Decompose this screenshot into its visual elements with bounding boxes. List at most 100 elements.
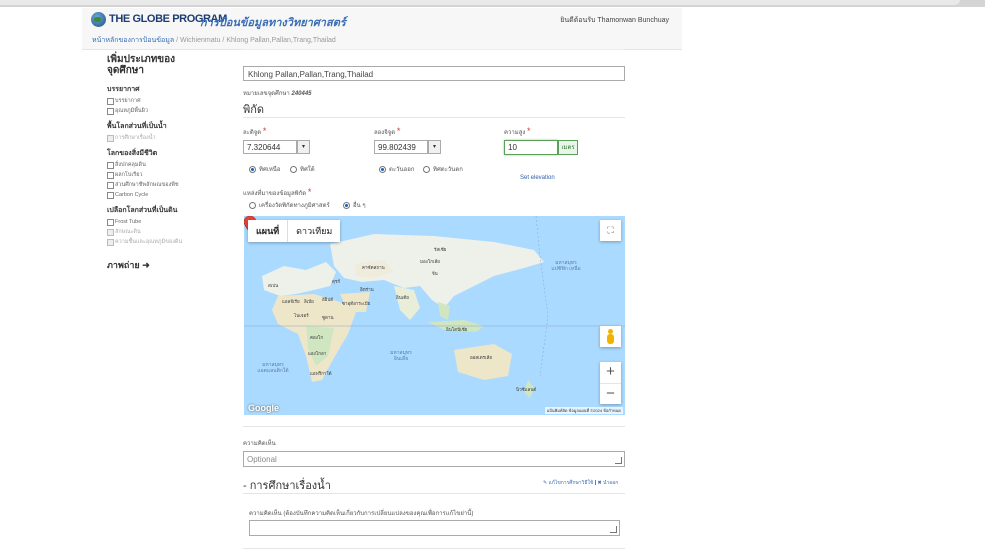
comments-label: ความคิดเห็น xyxy=(243,441,276,447)
sidebar-group-hydrosphere: พื้นโลกส่วนที่เป็นน้ำ xyxy=(107,123,167,130)
checkbox[interactable] xyxy=(107,162,114,169)
map-label-egypt: อียิปต์ xyxy=(322,297,334,302)
map-label-southafrica: แอฟริกาใต้ xyxy=(310,371,332,376)
protocol-title[interactable]: - การศึกษาเรื่องน้ำ xyxy=(243,476,331,494)
sidebar-item-frost-tube[interactable]: Frost Tube xyxy=(107,219,187,226)
fullscreen-icon[interactable]: ⛶ xyxy=(600,220,621,241)
section-divider xyxy=(243,493,625,494)
map-type-map-button[interactable]: แผนที่ xyxy=(248,220,289,242)
section-divider xyxy=(243,426,625,427)
section-divider xyxy=(243,548,625,549)
protocol-comment-label: ความคิดเห็น (ต้องบันทึกความคิดเห็นเกี่ยว… xyxy=(249,511,474,517)
zoom-control: + − xyxy=(600,362,621,404)
map-label-indonesia: อินโดนีเซีย xyxy=(446,327,468,332)
latitude-north-radio[interactable]: ทิศเหนือ xyxy=(249,164,280,174)
elevation-input[interactable]: 10 xyxy=(504,140,558,155)
indochina-land xyxy=(438,302,450,320)
breadcrumb-separator: / xyxy=(222,37,225,44)
ocean-label-south-atlantic: มหาสมุทร แอตแลนติกใต้ xyxy=(257,362,289,374)
sidebar-item-land-cover[interactable]: สิ่งปกคลุมดิน xyxy=(107,162,187,169)
ocean-label-indian: มหาสมุทร อินเดีย xyxy=(390,350,412,362)
browser-scroll-area xyxy=(0,0,960,5)
dateline xyxy=(535,216,549,377)
site-header: THE GLOBE PROGRAM การป้อนข้อมูลทางวิทยาศ… xyxy=(82,8,682,50)
map-label-algeria: แอลจีเรีย xyxy=(282,299,300,304)
sidebar-item-surface-temperature[interactable]: อุณหภูมิพื้นผิว xyxy=(107,108,187,115)
longitude-label: ลองจิจูด * xyxy=(374,126,401,136)
comments-textarea[interactable]: Optional xyxy=(243,451,625,467)
breadcrumb-home-link[interactable]: หน้าหลักของการป้อนข้อมูล xyxy=(92,37,174,44)
remove-protocol-link[interactable]: ✖ นำออก xyxy=(597,480,618,486)
map-label-spain: สเปน xyxy=(268,283,279,288)
map-label-australia: ออสเตรเลีย xyxy=(470,355,492,360)
protocol-actions: ✎ แก้ไขการศึกษาวิธีใช้ | ✖ นำออก xyxy=(543,479,618,487)
sidebar-item-atmosphere[interactable]: บรรยากาศ xyxy=(107,98,187,105)
map-label-angola: แองโกลา xyxy=(308,351,327,356)
longitude-direction-dropdown[interactable]: ▾ xyxy=(428,140,441,154)
protocol-comment-textarea[interactable] xyxy=(249,520,620,536)
resize-handle-icon[interactable] xyxy=(615,457,622,464)
longitude-west-radio[interactable]: ทิศตะวันตก xyxy=(423,164,463,174)
map-type-satellite-button[interactable]: ดาวเทียม xyxy=(288,220,340,242)
elevation-unit-button[interactable]: เมตร xyxy=(558,140,578,155)
street-view-pegman-icon[interactable] xyxy=(600,326,621,347)
map-label-iran: อิหร่าน xyxy=(360,287,374,292)
sidebar-group-biosphere: โลกของสิ่งมีชีวิต xyxy=(107,150,158,157)
source-other-radio[interactable]: อื่น ๆ xyxy=(343,200,366,210)
protocol-sidebar: เพิ่มประเภทของจุดศึกษา บรรยากาศ บรรยากาศ… xyxy=(107,54,187,272)
checkbox[interactable] xyxy=(107,219,114,226)
coordinates-title: พิกัด xyxy=(243,104,265,116)
set-elevation-link[interactable]: Set elevation xyxy=(520,175,555,181)
checkbox[interactable] xyxy=(107,98,114,105)
ocean-label-pacific: มหาสมุทร แปซิฟิก เหนือ xyxy=(551,260,581,272)
location-map[interactable]: มหาสมุทร แปซิฟิก เหนือ มหาสมุทร อินเดีย … xyxy=(244,216,625,415)
page-heading: การป้อนข้อมูลทางวิทยาศาสตร์ xyxy=(200,17,346,29)
latitude-direction-dropdown[interactable]: ▾ xyxy=(297,140,310,154)
checkbox xyxy=(107,239,114,246)
user-greeting[interactable]: ยินดีต้อนรับ Thamonwan Bunchuay xyxy=(560,15,669,26)
sidebar-group-atmosphere: บรรยากาศ xyxy=(107,86,140,93)
sidebar-item-biometry[interactable]: ผลกโบเรียว xyxy=(107,172,187,179)
map-label-turkey: ตุรกี xyxy=(332,279,341,284)
browser-top-strip xyxy=(0,0,985,7)
map-label-libya: ลิเบีย xyxy=(304,299,314,304)
sidebar-item-carbon-cycle[interactable]: Carbon Cycle xyxy=(107,192,187,199)
checkbox xyxy=(107,135,114,142)
longitude-east-radio[interactable]: ตะวันออก xyxy=(379,164,414,174)
map-label-russia: รัสเซีย xyxy=(434,247,447,252)
photos-link[interactable]: ภาพถ่าย ➜ xyxy=(107,258,187,272)
comments-placeholder: Optional xyxy=(247,455,277,464)
form-top-border xyxy=(243,49,625,54)
checkbox[interactable] xyxy=(107,192,114,199)
breadcrumb: หน้าหลักของการป้อนข้อมูล / Wichienmatu /… xyxy=(92,35,336,46)
map-label-nz: นิวซีแลนด์ xyxy=(516,387,537,392)
latitude-south-radio[interactable]: ทิศใต้ xyxy=(290,164,315,174)
checkbox[interactable] xyxy=(107,172,114,179)
map-label-niger: ไนเจอร์ xyxy=(294,313,309,318)
site-number: หมายเลขจุดศึกษา 240445 xyxy=(243,91,312,97)
sidebar-item-soil-characterization: ลักษณะดิน xyxy=(107,229,187,236)
checkbox[interactable] xyxy=(107,108,114,115)
action-separator: | xyxy=(594,480,597,486)
coordinate-source-label: แหล่งที่มาของข้อมูลพิกัด * xyxy=(243,187,312,197)
checkbox[interactable] xyxy=(107,182,114,189)
map-attribution[interactable]: แป้นพิมพ์ลัด ข้อมูลแผนที่ ©2024 ข้อกำหนด xyxy=(544,407,623,414)
latitude-input[interactable]: 7.320644 xyxy=(243,140,297,154)
resize-handle-icon[interactable] xyxy=(610,526,617,533)
zoom-out-button[interactable]: − xyxy=(600,384,621,405)
google-logo[interactable]: Google xyxy=(248,403,279,413)
breadcrumb-site: Wichienmatu xyxy=(180,37,221,44)
map-label-drc: คองโก xyxy=(310,335,324,340)
breadcrumb-separator: / xyxy=(176,37,179,44)
globe-logo-icon[interactable] xyxy=(91,12,106,27)
sidebar-item-soil-moisture: ความชื้นและอุณหภูมิของดิน xyxy=(107,239,187,246)
longitude-input[interactable]: 99.802439 xyxy=(374,140,428,154)
section-divider xyxy=(243,117,625,118)
edit-protocol-link[interactable]: ✎ แก้ไขการศึกษาวิธีใช้ xyxy=(543,480,593,486)
breadcrumb-location: Khlong Pallan,Pallan,Trang,Thailad xyxy=(226,37,336,44)
zoom-in-button[interactable]: + xyxy=(600,362,621,384)
india-land xyxy=(394,286,420,320)
source-gps-radio[interactable]: เครื่องวัดพิกัดทางภูมิศาสตร์ xyxy=(249,200,330,210)
location-name-input[interactable]: Khlong Pallan,Pallan,Trang,Thailad xyxy=(243,66,625,81)
sidebar-item-phenology[interactable]: ส่วนศึกษาชีพลักษณของพืช xyxy=(107,182,187,189)
